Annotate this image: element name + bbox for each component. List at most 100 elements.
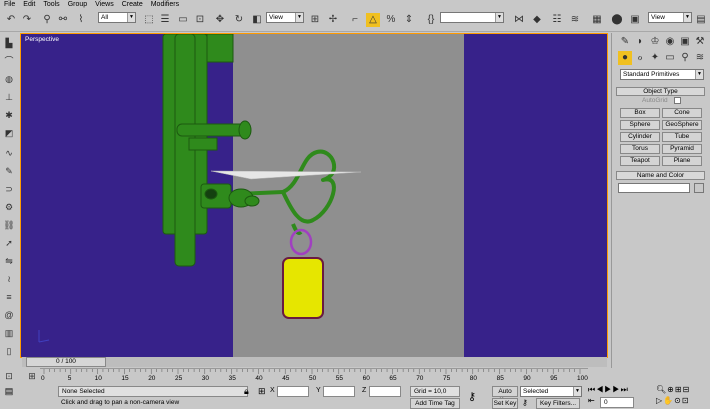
perspective-viewport[interactable]: Perspective bbox=[20, 33, 608, 358]
unlink-icon[interactable]: ⚯ bbox=[56, 13, 70, 27]
reference-coord-dropdown[interactable]: View ▼ bbox=[266, 12, 304, 23]
menu-tools[interactable]: Tools bbox=[39, 0, 63, 10]
magnet-icon[interactable]: ⊃ bbox=[3, 183, 15, 195]
modify-tab-icon[interactable]: ◗ bbox=[633, 35, 647, 49]
arrow-icon[interactable]: ➚ bbox=[3, 237, 15, 249]
key-mode-dropdown[interactable]: Selected ▼ bbox=[520, 386, 582, 397]
spline-icon[interactable]: ≀ bbox=[3, 273, 15, 285]
cone-button[interactable]: Cone bbox=[662, 108, 702, 118]
angle-snap-icon[interactable]: △ bbox=[366, 13, 380, 27]
time-slider-thumb[interactable]: 0 / 100 bbox=[26, 357, 106, 367]
cylinder-button[interactable]: Cylinder bbox=[620, 132, 660, 142]
redo-icon[interactable]: ↷ bbox=[20, 13, 34, 27]
maxscript-icon[interactable]: ▤ bbox=[2, 386, 16, 406]
move-icon[interactable]: ✥ bbox=[213, 13, 227, 27]
spacewarps-icon[interactable]: ≋ bbox=[693, 51, 707, 65]
helpers-icon[interactable]: ⚲ bbox=[678, 51, 692, 65]
gear-icon[interactable]: ⚙ bbox=[3, 201, 15, 213]
z-coord-field[interactable] bbox=[369, 386, 401, 397]
wave-icon[interactable]: ∿ bbox=[3, 147, 15, 159]
box-tool-icon[interactable]: ▥ bbox=[3, 327, 15, 339]
align-icon[interactable]: ◆ bbox=[530, 13, 544, 27]
mirror-icon[interactable]: ⋈ bbox=[512, 13, 526, 27]
sphere-tool-icon[interactable]: ◍ bbox=[3, 73, 15, 85]
torus-button[interactable]: Torus bbox=[620, 144, 660, 154]
named-sel-icon[interactable]: {} bbox=[424, 13, 438, 27]
render-view-dropdown[interactable]: View ▼ bbox=[648, 12, 692, 23]
render-icon[interactable]: ▤ bbox=[694, 13, 708, 27]
add-time-tag-button[interactable]: Add Time Tag bbox=[410, 398, 460, 409]
playback-controls[interactable]: ⏮◀▶▶⏭ bbox=[588, 385, 629, 395]
geometry-icon[interactable]: ● bbox=[618, 51, 632, 65]
name-color-rollout-header[interactable]: Name and Color bbox=[616, 171, 705, 180]
viewport-label[interactable]: Perspective bbox=[25, 36, 59, 43]
trackbar-icon[interactable]: ⊞ bbox=[26, 370, 38, 382]
hierarchy-tab-icon[interactable]: ♔ bbox=[648, 35, 662, 49]
teapot-button[interactable]: Teapot bbox=[620, 156, 660, 166]
geosphere-button[interactable]: GeoSphere bbox=[662, 120, 702, 130]
absolute-mode-icon[interactable]: ⊞ bbox=[258, 386, 266, 397]
menu-create[interactable]: Create bbox=[118, 0, 147, 10]
utilities-tab-icon[interactable]: ⚒ bbox=[693, 35, 707, 49]
menu-edit[interactable]: Edit bbox=[19, 0, 39, 10]
chain-icon[interactable]: ⛓ bbox=[3, 219, 15, 231]
select-link-icon[interactable]: ⚲ bbox=[40, 13, 54, 27]
category-dropdown[interactable]: Standard Primitives ▼ bbox=[620, 69, 704, 80]
rotate-icon[interactable]: ↻ bbox=[232, 13, 246, 27]
cameras-icon[interactable]: ▭ bbox=[663, 51, 677, 65]
pyramid-button[interactable]: Pyramid bbox=[662, 144, 702, 154]
current-frame-field[interactable]: 0 bbox=[600, 397, 634, 408]
key-mode-icon[interactable]: ⚷ bbox=[468, 390, 476, 403]
object-type-rollout-header[interactable]: Object Type bbox=[616, 87, 705, 96]
selection-filter-dropdown[interactable]: All ▼ bbox=[98, 12, 136, 23]
pen-icon[interactable]: ✎ bbox=[3, 165, 15, 177]
shapes-icon[interactable]: ℴ bbox=[633, 51, 647, 65]
display-tab-icon[interactable]: ▣ bbox=[678, 35, 692, 49]
snap-toggle-icon[interactable]: ⌐ bbox=[348, 13, 362, 27]
tube-icon[interactable]: ▯ bbox=[3, 345, 15, 357]
manipulate-icon[interactable]: ✢ bbox=[326, 13, 340, 27]
schematic-view-icon[interactable]: ▦ bbox=[590, 13, 604, 27]
rect-selection-icon[interactable]: ▭ bbox=[176, 13, 190, 27]
lights-icon[interactable]: ✦ bbox=[648, 51, 662, 65]
track-bar[interactable]: 0 5 10 15 20 25 30 35 40 45 50 55 60 65 70 75 80 85 90 95 10… bbox=[40, 368, 588, 384]
y-coord-field[interactable] bbox=[323, 386, 355, 397]
bind-spacewarp-icon[interactable]: ⌇ bbox=[74, 13, 88, 27]
layer-manager-icon[interactable]: ☷ bbox=[550, 13, 564, 27]
auto-key-button[interactable]: Auto Key bbox=[492, 386, 518, 404]
x-coord-field[interactable] bbox=[277, 386, 309, 397]
set-key-button[interactable]: Set Key bbox=[492, 398, 518, 409]
pivot-center-icon[interactable]: ⊞ bbox=[308, 13, 322, 27]
select-by-name-icon[interactable]: ☰ bbox=[158, 13, 172, 27]
undo-icon[interactable]: ↶ bbox=[4, 13, 18, 27]
object-name-input[interactable] bbox=[618, 183, 690, 193]
set-key-icon[interactable]: ⚷ bbox=[522, 398, 528, 407]
curve-toggle-icon[interactable]: ⊡ bbox=[3, 370, 15, 382]
menu-file[interactable]: File bbox=[0, 0, 19, 10]
plane-button[interactable]: Plane bbox=[662, 156, 702, 166]
window-crossing-icon[interactable]: ⊡ bbox=[193, 13, 207, 27]
curve-editor-icon[interactable]: ≋ bbox=[568, 13, 582, 27]
pan-orbit-controls[interactable]: ▷✋⊙⊡ bbox=[656, 396, 690, 405]
zoom-controls[interactable]: 🔍︎⊕⊞⊟ bbox=[656, 385, 690, 394]
scale-icon[interactable]: ◧ bbox=[250, 13, 264, 27]
select-object-icon[interactable]: ⬚ bbox=[142, 13, 156, 27]
star-icon[interactable]: ✱ bbox=[3, 109, 15, 121]
key-mode-toggle-icon[interactable]: ⇤ bbox=[588, 396, 595, 405]
render-setup-icon[interactable]: ▣ bbox=[628, 13, 642, 27]
material-editor-icon[interactable]: ⬤ bbox=[610, 13, 624, 27]
hatch-icon[interactable]: ≡ bbox=[3, 291, 15, 303]
layers-icon[interactable]: ▙ bbox=[3, 37, 15, 49]
flip-icon[interactable]: ⇋ bbox=[3, 255, 15, 267]
object-color-swatch[interactable] bbox=[694, 183, 704, 193]
menu-modifiers[interactable]: Modifiers bbox=[147, 0, 183, 10]
menu-group[interactable]: Group bbox=[64, 0, 91, 10]
spiral-icon[interactable]: @ bbox=[3, 309, 15, 321]
time-slider[interactable]: 0 / 100 bbox=[22, 357, 607, 367]
menu-views[interactable]: Views bbox=[91, 0, 118, 10]
half-square-icon[interactable]: ◩ bbox=[3, 127, 15, 139]
tube-button[interactable]: Tube bbox=[662, 132, 702, 142]
key-filters-button[interactable]: Key Filters... bbox=[536, 398, 580, 409]
create-tab-icon[interactable]: ✎ bbox=[618, 35, 632, 49]
lock-icon[interactable]: 🔒︎ bbox=[244, 386, 249, 397]
